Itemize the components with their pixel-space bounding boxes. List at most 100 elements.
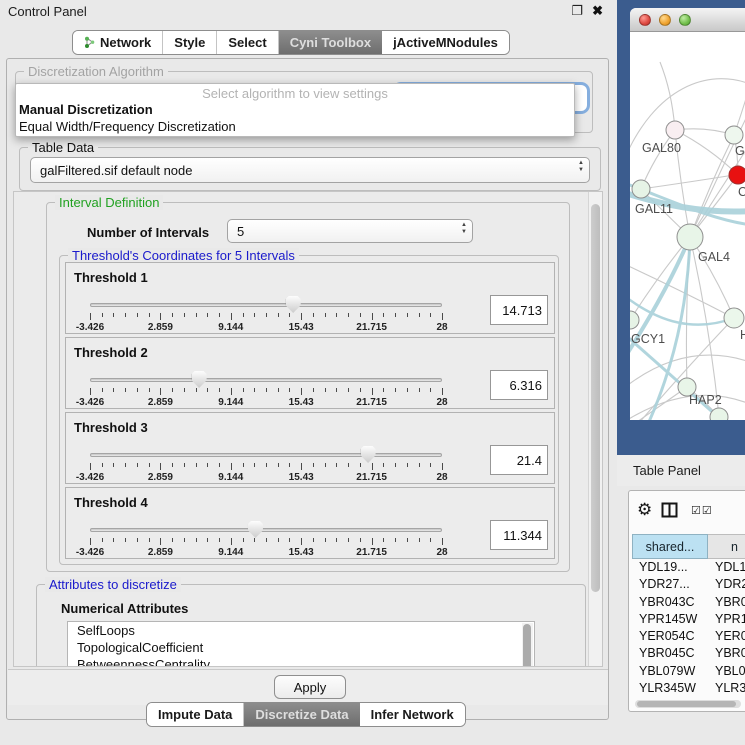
slider-thumb[interactable]	[361, 446, 376, 463]
tick	[243, 313, 244, 317]
slider-thumb[interactable]	[192, 371, 207, 388]
tab-cyni-toolbox[interactable]: Cyni Toolbox	[279, 31, 382, 54]
slider-thumb[interactable]	[248, 521, 263, 538]
table-panel-box: ⚙ ☑☑ shared... n YDL19...YDL1YDR27...YDR…	[628, 490, 745, 712]
vertical-scrollbar[interactable]	[588, 192, 602, 666]
tick	[336, 463, 337, 467]
tab-infer-network[interactable]: Infer Network	[360, 703, 465, 726]
tick-label: -3.426	[76, 322, 104, 333]
tick	[442, 388, 443, 395]
threshold-value-field[interactable]: 14.713	[490, 295, 548, 325]
network-canvas[interactable]: GAL80GACGAL11GAL4GCY1HHAP2	[630, 32, 745, 420]
column-header-shared-name[interactable]: shared...	[632, 534, 708, 559]
tick	[172, 463, 173, 467]
network-node-ga-partial[interactable]	[725, 126, 743, 144]
attribute-list-item[interactable]: TopologicalCoefficient	[68, 639, 534, 656]
table-row[interactable]: YIL052CYIL0	[632, 697, 745, 699]
threshold-slider[interactable]: -3.4262.8599.14415.4321.71528	[88, 295, 448, 333]
horizontal-scrollbar-thumb[interactable]	[637, 701, 736, 707]
close-window-icon[interactable]	[639, 14, 651, 26]
list-scrollbar-thumb[interactable]	[523, 624, 531, 667]
stepper-arrows-icon[interactable]: ▲▼	[461, 222, 467, 235]
threshold-value-field[interactable]: 6.316	[490, 370, 548, 400]
apply-strip: Apply	[8, 669, 608, 705]
list-scrollbar[interactable]	[522, 623, 533, 667]
tab-style[interactable]: Style	[163, 31, 217, 54]
algorithm-option-equal-width[interactable]: Equal Width/Frequency Discretization	[16, 118, 574, 135]
cyni-bottom-tabbar: Impute Data Discretize Data Infer Network	[146, 702, 466, 727]
tick	[137, 313, 138, 317]
float-window-icon[interactable]: ❐	[571, 3, 583, 19]
slider-track[interactable]	[90, 453, 442, 457]
table-data-combobox[interactable]: galFiltered.sif default node ▲▼	[30, 157, 590, 183]
tick	[196, 313, 197, 317]
gear-icon[interactable]: ⚙	[637, 501, 652, 518]
tick	[419, 463, 420, 467]
tab-impute-data[interactable]: Impute Data	[147, 703, 244, 726]
select-columns-icon[interactable]: ☑☑	[691, 504, 713, 517]
vertical-scrollbar-thumb[interactable]	[591, 204, 600, 592]
zoom-window-icon[interactable]	[679, 14, 691, 26]
table-cell: YBR043C	[632, 594, 708, 611]
minimize-window-icon[interactable]	[659, 14, 671, 26]
apply-button[interactable]: Apply	[274, 675, 346, 699]
attributes-group-title: Attributes to discretize	[45, 577, 181, 592]
column-header-name[interactable]: n	[708, 534, 745, 559]
threshold-slider[interactable]: -3.4262.8599.14415.4321.71528	[88, 520, 448, 558]
numerical-attributes-list[interactable]: SelfLoopsTopologicalCoefficientBetweenne…	[67, 621, 535, 667]
network-window[interactable]: GAL80GACGAL11GAL4GCY1HHAP2	[630, 8, 745, 420]
table-cell: YPR145W	[632, 611, 708, 628]
close-panel-icon[interactable]: ✖	[592, 3, 603, 19]
tab-label: Cyni Toolbox	[290, 35, 371, 50]
slider-thumb[interactable]	[286, 296, 301, 313]
table-row[interactable]: YBL079WYBL0	[632, 663, 745, 680]
tab-label: Discretize Data	[255, 707, 348, 722]
number-of-intervals-combobox[interactable]: 5 ▲▼	[227, 219, 473, 243]
algorithm-option-manual[interactable]: Manual Discretization	[16, 101, 574, 118]
tick	[254, 313, 255, 317]
algorithm-placeholder-option[interactable]: Select algorithm to view settings	[16, 84, 574, 101]
table-row[interactable]: YPR145WYPR1	[632, 611, 745, 628]
table-row[interactable]: YER054CYER0	[632, 628, 745, 645]
tick	[231, 388, 232, 395]
tab-jactivemnodules[interactable]: jActiveMNodules	[382, 31, 509, 54]
table-row[interactable]: YBR045CYBR0	[632, 645, 745, 662]
threshold-panel: Threshold 4 -3.4262.8599.14415.4321.7152…	[65, 487, 555, 559]
table-row[interactable]: YDR27...YDR2	[632, 576, 745, 593]
attribute-list-item[interactable]: SelfLoops	[68, 622, 534, 639]
tab-network[interactable]: Network	[73, 31, 163, 54]
slider-track[interactable]	[90, 378, 442, 382]
threshold-value-field[interactable]: 11.344	[490, 520, 548, 550]
table-row[interactable]: YLR345WYLR3	[632, 680, 745, 697]
tick	[102, 538, 103, 542]
tick	[419, 313, 420, 317]
network-node-gcy1[interactable]	[630, 311, 639, 329]
network-graph[interactable]: GAL80GACGAL11GAL4GCY1HHAP2	[630, 32, 745, 420]
network-node-selected-red[interactable]	[729, 166, 745, 184]
tab-label: Infer Network	[371, 707, 454, 722]
tick	[383, 538, 384, 542]
threshold-slider[interactable]: -3.4262.8599.14415.4321.71528	[88, 370, 448, 408]
tick	[172, 388, 173, 392]
tab-discretize-data[interactable]: Discretize Data	[244, 703, 359, 726]
network-node-gal4[interactable]	[677, 224, 703, 250]
network-node-gal11[interactable]	[632, 180, 650, 198]
threshold-value-field[interactable]: 21.4	[490, 445, 548, 475]
slider-track[interactable]	[90, 303, 442, 307]
tick	[289, 388, 290, 392]
table-row[interactable]: YDL19...YDL1	[632, 559, 745, 576]
table-cell: YER0	[708, 628, 745, 645]
network-node-gal80[interactable]	[666, 121, 684, 139]
table-row[interactable]: YBR043CYBR0	[632, 594, 745, 611]
horizontal-scrollbar[interactable]	[635, 700, 741, 708]
attribute-list-item[interactable]: BetweennessCentrality	[68, 656, 534, 667]
network-node-h-partial[interactable]	[724, 308, 744, 328]
stepper-arrows-icon[interactable]: ▲▼	[578, 160, 584, 173]
tab-label: Network	[100, 35, 151, 50]
threshold-slider[interactable]: -3.4262.8599.14415.4321.71528	[88, 445, 448, 483]
tab-select[interactable]: Select	[217, 31, 278, 54]
slider-track[interactable]	[90, 528, 442, 532]
tick	[442, 313, 443, 320]
split-columns-icon[interactable]	[661, 502, 678, 523]
algorithm-dropdown-popup: Select algorithm to view settings Manual…	[15, 83, 575, 137]
